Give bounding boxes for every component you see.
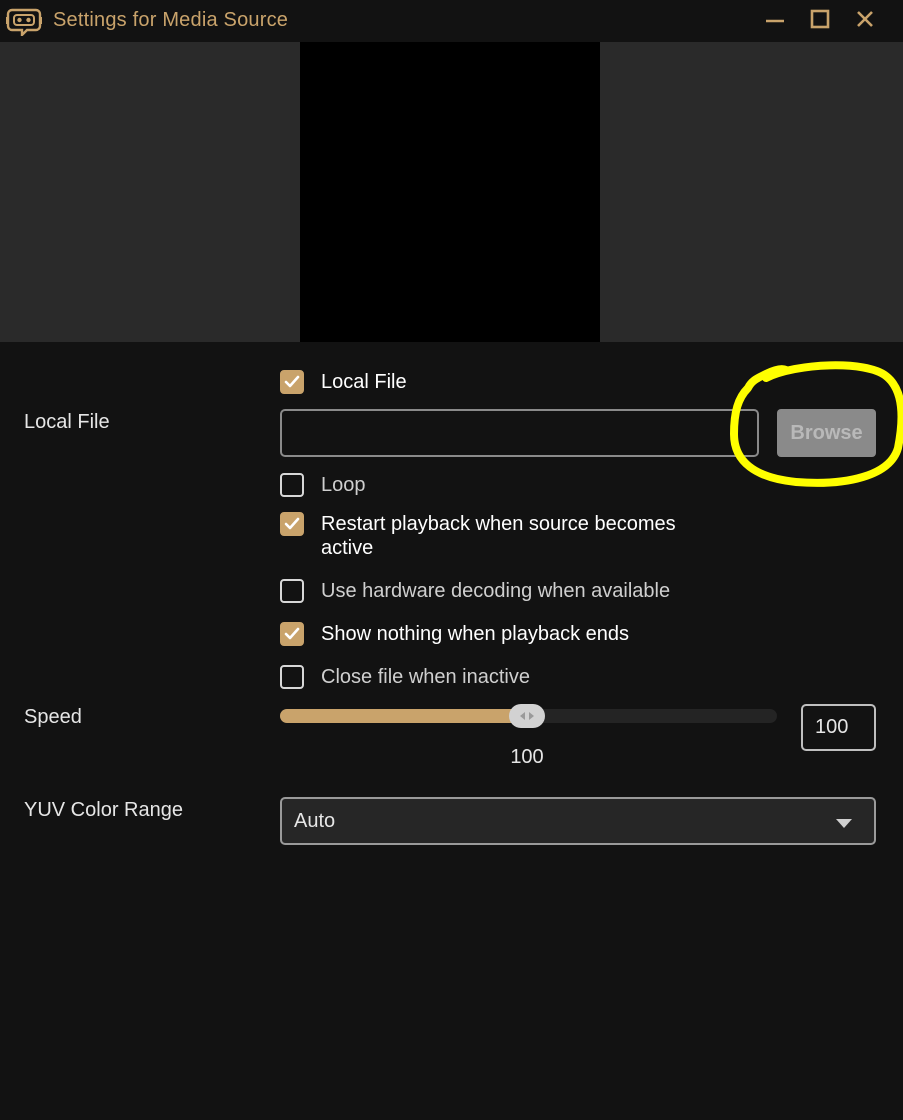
local-file-checkbox-label: Local File xyxy=(321,371,407,393)
local-file-label: Local File xyxy=(24,411,110,433)
minimize-button[interactable] xyxy=(759,6,791,32)
restart-playback-label: Restart playback when source becomes act… xyxy=(321,513,676,559)
close-icon xyxy=(857,11,873,27)
yuv-color-range-value: Auto xyxy=(294,810,336,832)
media-source-settings-window: Settings for Media Source Local File Loc… xyxy=(0,0,903,1120)
loop-checkbox[interactable] xyxy=(280,473,304,497)
window-title: Settings for Media Source xyxy=(53,9,289,31)
yuv-color-range-label: YUV Color Range xyxy=(24,799,183,821)
drag-handle-icon xyxy=(519,712,534,720)
checkmark-icon xyxy=(284,627,300,640)
source-preview xyxy=(0,42,903,342)
streamlabs-robot-icon xyxy=(6,6,42,38)
close-button[interactable] xyxy=(849,6,881,32)
speed-label: Speed xyxy=(24,706,82,728)
show-nothing-label: Show nothing when playback ends xyxy=(321,623,629,645)
maximize-button[interactable] xyxy=(804,6,836,32)
hardware-decoding-checkbox-row[interactable]: Use hardware decoding when available xyxy=(280,579,670,603)
checkmark-icon xyxy=(284,517,300,530)
local-file-path-input[interactable] xyxy=(280,409,759,457)
speed-slider-thumb[interactable] xyxy=(508,704,545,728)
loop-checkbox-row[interactable]: Loop xyxy=(280,473,366,497)
minimize-icon xyxy=(766,19,784,23)
speed-slider[interactable] xyxy=(280,704,777,728)
show-nothing-checkbox-row[interactable]: Show nothing when playback ends xyxy=(280,622,629,646)
preview-canvas xyxy=(300,42,600,342)
chevron-down-icon xyxy=(836,819,852,828)
restart-playback-checkbox[interactable] xyxy=(280,512,304,536)
checkmark-icon xyxy=(284,375,300,388)
speed-number-input[interactable]: 100 xyxy=(801,704,876,751)
yuv-color-range-select[interactable]: Auto xyxy=(280,797,876,845)
browse-button[interactable]: Browse xyxy=(777,409,876,457)
restart-playback-checkbox-row[interactable]: Restart playback when source becomes act… xyxy=(280,512,711,560)
local-file-checkbox-row[interactable]: Local File xyxy=(280,370,407,394)
close-file-label: Close file when inactive xyxy=(321,666,530,688)
local-file-checkbox[interactable] xyxy=(280,370,304,394)
title-bar: Settings for Media Source xyxy=(0,0,903,42)
hardware-decoding-label: Use hardware decoding when available xyxy=(321,580,671,602)
loop-label: Loop xyxy=(321,474,366,496)
hardware-decoding-checkbox[interactable] xyxy=(280,579,304,603)
maximize-icon xyxy=(810,9,830,29)
close-file-checkbox[interactable] xyxy=(280,665,304,689)
speed-slider-fill xyxy=(280,709,527,723)
speed-value-display: 100 xyxy=(510,746,544,768)
show-nothing-checkbox[interactable] xyxy=(280,622,304,646)
close-file-checkbox-row[interactable]: Close file when inactive xyxy=(280,665,530,689)
